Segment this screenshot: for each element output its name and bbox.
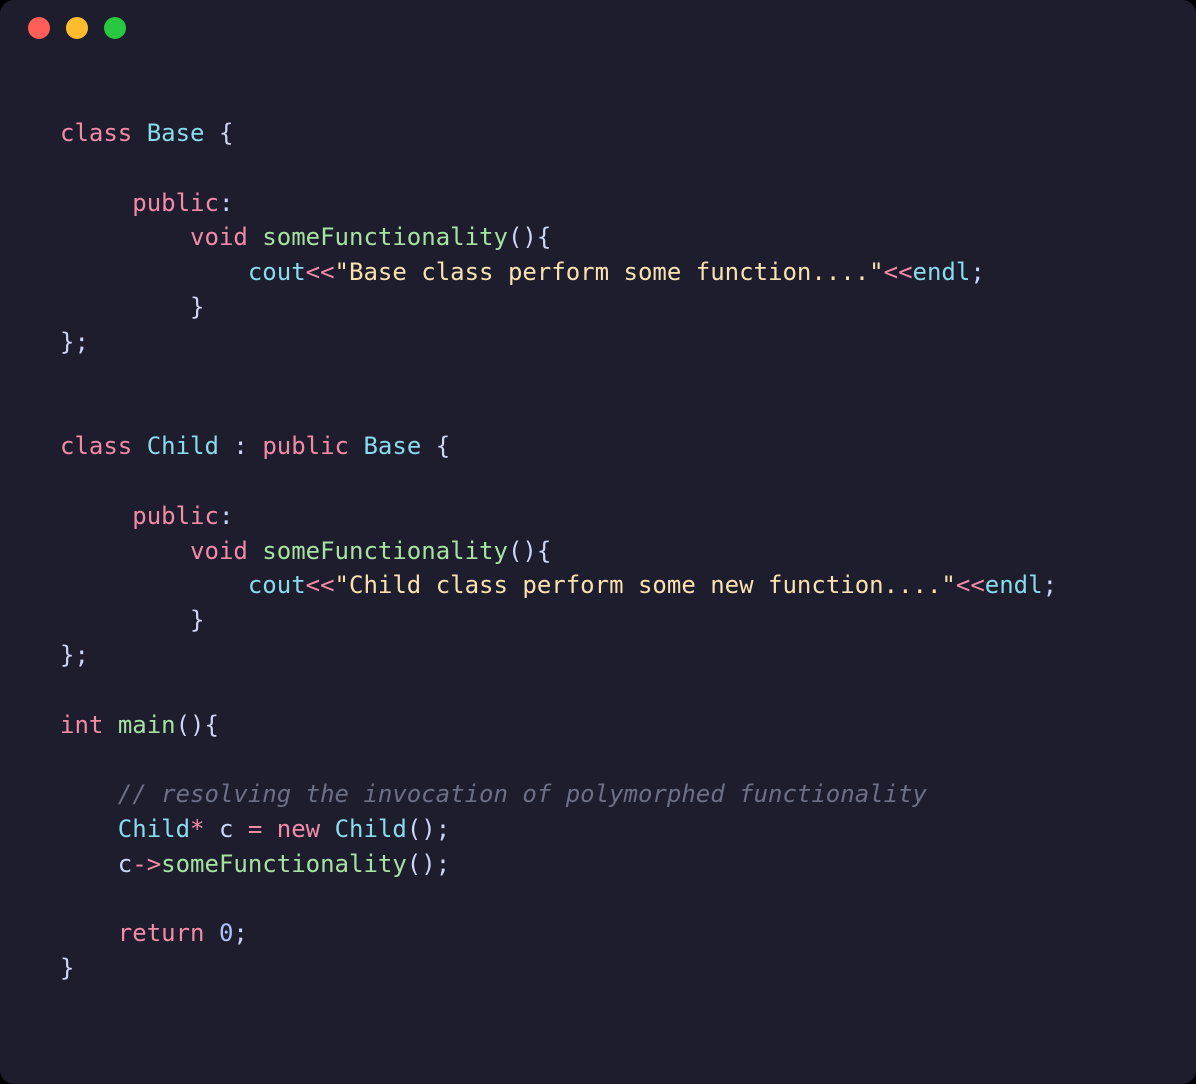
code-line: }; [60,328,89,356]
code-line: class Base { [60,119,233,147]
titlebar [0,0,1196,56]
code-line: public: [60,189,233,217]
code-line: } [60,606,205,634]
code-editor[interactable]: class Base { public: void someFunctional… [0,56,1196,1026]
code-line: } [60,954,74,982]
code-line: return 0; [60,919,248,947]
minimize-icon[interactable] [66,17,88,39]
code-line: Child* c = new Child(); [60,815,450,843]
code-window: class Base { public: void someFunctional… [0,0,1196,1084]
code-line: cout<<"Child class perform some new func… [60,571,1057,599]
code-line: void someFunctionality(){ [60,537,551,565]
code-line: void someFunctionality(){ [60,223,551,251]
code-line: int main(){ [60,711,219,739]
close-icon[interactable] [28,17,50,39]
code-line: } [60,293,205,321]
maximize-icon[interactable] [104,17,126,39]
code-line: public: [60,502,233,530]
code-line: class Child : public Base { [60,432,450,460]
code-line: cout<<"Base class perform some function.… [60,258,985,286]
code-line: // resolving the invocation of polymorph… [60,780,927,808]
code-line: }; [60,641,89,669]
code-line: c->someFunctionality(); [60,850,450,878]
